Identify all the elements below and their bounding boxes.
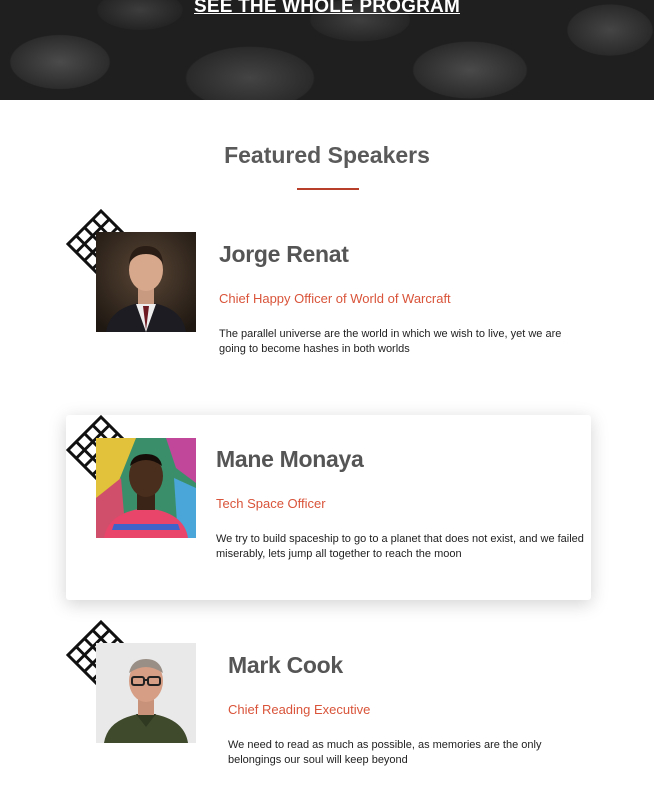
speaker-info: Jorge Renat Chief Happy Officer of World… <box>219 241 589 357</box>
speaker-card[interactable]: Jorge Renat Chief Happy Officer of World… <box>66 209 591 400</box>
speaker-role: Chief Reading Executive <box>228 702 371 717</box>
speaker-bio: The parallel universe are the world in w… <box>219 328 562 355</box>
speaker-photo <box>96 232 196 332</box>
speaker-card[interactable]: Mark Cook Chief Reading Executive We nee… <box>66 620 591 811</box>
speaker-bio: We try to build spaceship to go to a pla… <box>216 533 584 560</box>
speaker-bio: We need to read as much as possible, as … <box>228 739 542 766</box>
speaker-name: Mark Cook <box>228 652 343 678</box>
hero-banner: SEE THE WHOLE PROGRAM <box>0 0 654 100</box>
title-underline <box>297 188 359 190</box>
speaker-card[interactable]: Mane Monaya Tech Space Officer We try to… <box>66 415 591 600</box>
speaker-photo <box>96 643 196 743</box>
see-program-link[interactable]: SEE THE WHOLE PROGRAM <box>0 0 654 18</box>
speaker-role: Tech Space Officer <box>216 496 326 511</box>
speaker-name: Mane Monaya <box>216 446 364 472</box>
speaker-name: Jorge Renat <box>219 241 349 267</box>
speaker-photo <box>96 438 196 538</box>
speaker-info: Mark Cook Chief Reading Executive We nee… <box>228 652 568 768</box>
speaker-role: Chief Happy Officer of World of Warcraft <box>219 291 451 306</box>
speaker-info: Mane Monaya Tech Space Officer We try to… <box>216 446 586 562</box>
section-title: Featured Speakers <box>224 142 430 168</box>
